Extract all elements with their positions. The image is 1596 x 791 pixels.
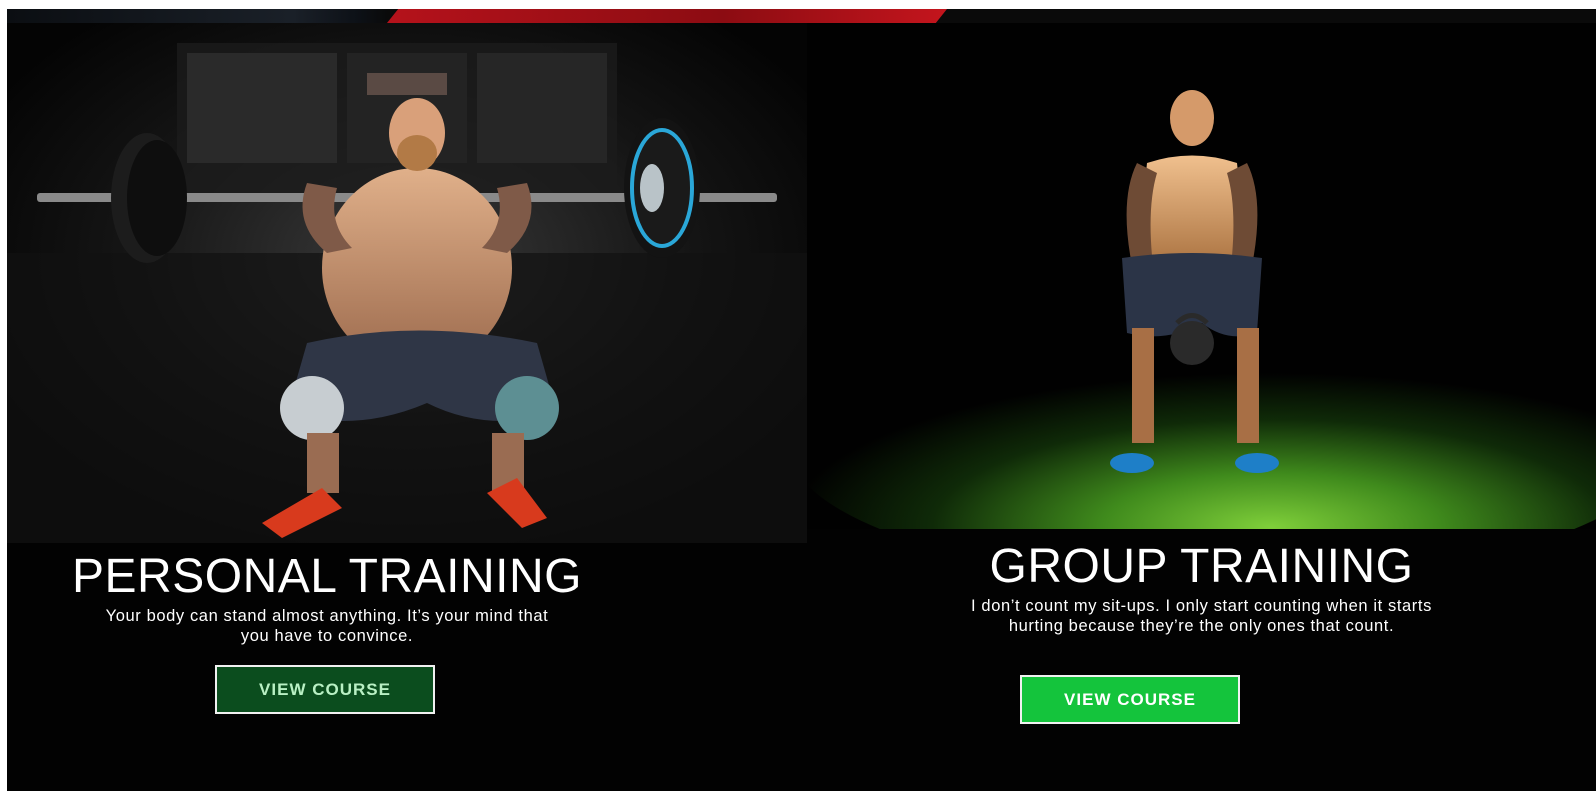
- group-training-card: GROUP TRAINING I don’t count my sit-ups.…: [807, 23, 1596, 791]
- personal-training-caption: PERSONAL TRAINING Your body can stand al…: [7, 551, 807, 646]
- red-accent-stripe: [387, 9, 947, 23]
- kettlebell-image: [807, 23, 1596, 529]
- weightlifter-image: [7, 23, 807, 543]
- group-training-photo: [807, 23, 1596, 529]
- view-course-button[interactable]: VIEW COURSE: [1020, 675, 1240, 724]
- card-title: PERSONAL TRAINING: [72, 550, 582, 603]
- view-course-button[interactable]: VIEW COURSE: [215, 665, 435, 714]
- card-title: GROUP TRAINING: [989, 540, 1414, 593]
- card-description: I don’t count my sit-ups. I only start c…: [971, 597, 1432, 635]
- top-banner-strip: [7, 9, 1596, 23]
- page-frame: PERSONAL TRAINING Your body can stand al…: [7, 9, 1596, 791]
- personal-training-card: PERSONAL TRAINING Your body can stand al…: [7, 23, 807, 791]
- card-description: Your body can stand almost anything. It’…: [105, 607, 549, 645]
- group-training-caption: GROUP TRAINING I don’t count my sit-ups.…: [807, 541, 1596, 636]
- personal-training-photo: [7, 23, 807, 543]
